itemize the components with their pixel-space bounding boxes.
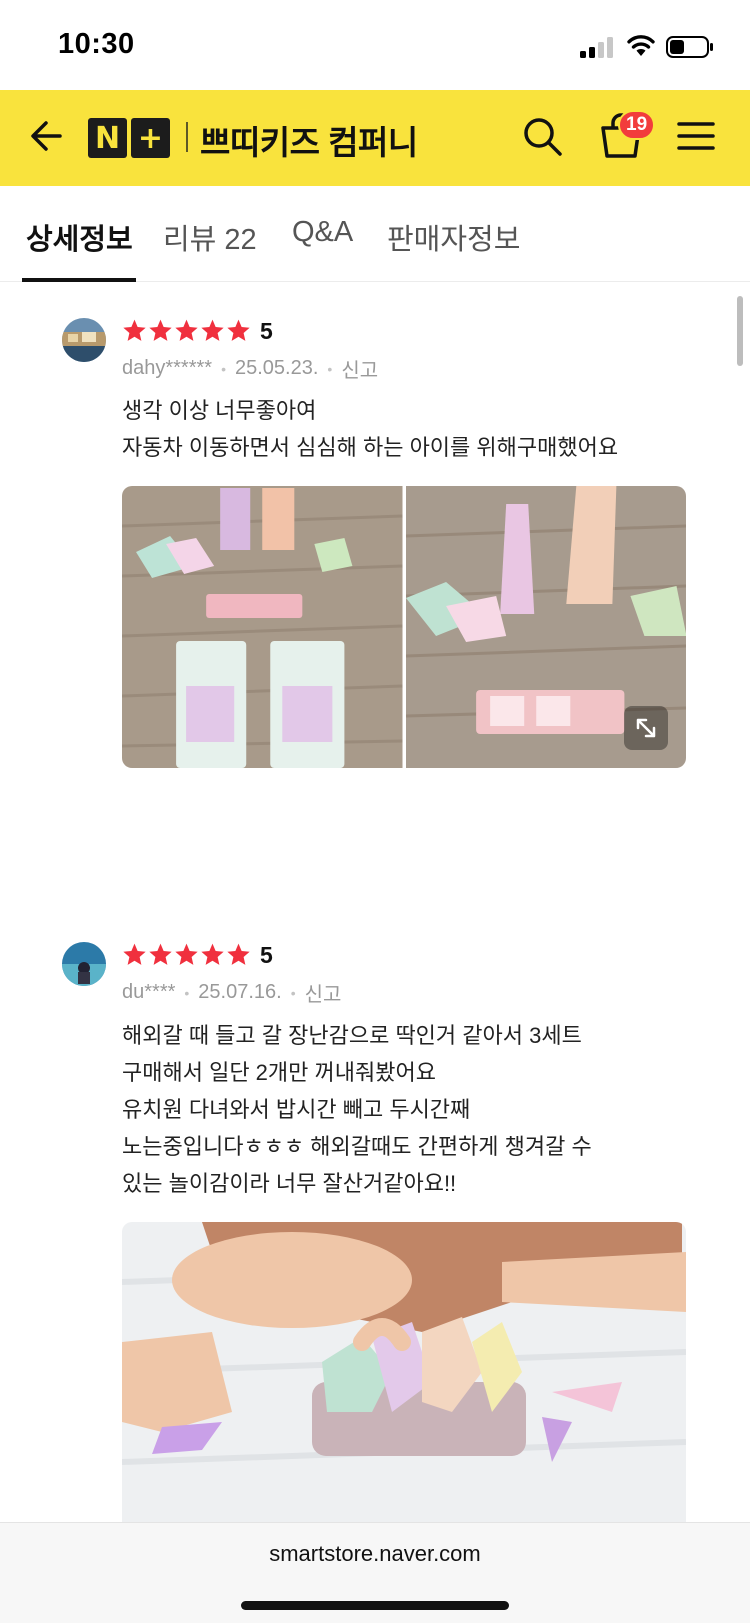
tab-seller-info[interactable]: 판매자정보 xyxy=(387,216,520,258)
review-photo-gallery[interactable] xyxy=(122,486,686,768)
star-icon xyxy=(149,943,172,965)
review-date: 25.05.23. xyxy=(234,357,319,379)
star-icon xyxy=(123,319,146,341)
star-icon xyxy=(227,943,250,965)
reviewer-id: dahy****** xyxy=(122,357,213,379)
active-tab-indicator xyxy=(22,278,136,282)
review-meta: du**** • 25.07.16. • 신고 xyxy=(122,978,341,1007)
tab-qna[interactable]: Q&A xyxy=(292,216,353,249)
review-line: 해외갈 때 들고 갈 장난감으로 딱인거 같아서 3세트 xyxy=(122,1023,582,1048)
review-line: 유치원 다녀와서 밥시간 빼고 두시간째 xyxy=(122,1097,471,1122)
review-line: 있는 놀이감이라 너무 잘산거같아요!! xyxy=(122,1171,457,1196)
back-arrow-icon[interactable] xyxy=(26,114,70,158)
star-icon xyxy=(149,319,172,341)
wifi-icon xyxy=(627,35,655,56)
reviewer-id: du**** xyxy=(122,981,176,1003)
cellular-signal-icon xyxy=(580,37,613,58)
browser-bottom-bar: smartstore.naver.com xyxy=(0,1522,750,1623)
logo-plus: + xyxy=(131,118,170,158)
app-header: N + 쁘띠키즈 컴퍼니 19 xyxy=(0,90,750,186)
review-line: 생각 이상 너무좋아여 xyxy=(122,398,317,423)
star-icon xyxy=(227,319,250,341)
review-line: 자동차 이동하면서 심심해 하는 아이를 위해구매했어요 xyxy=(122,435,619,460)
rating-value: 5 xyxy=(260,942,273,968)
report-link[interactable]: 신고 xyxy=(305,978,342,1007)
store-name[interactable]: 쁘띠키즈 컴퍼니 xyxy=(200,116,418,164)
expand-icon[interactable] xyxy=(624,706,668,750)
star-rating xyxy=(122,318,251,343)
review-photo[interactable] xyxy=(122,1222,686,1522)
tab-details[interactable]: 상세정보 xyxy=(26,216,133,258)
home-indicator[interactable] xyxy=(241,1601,509,1610)
user-avatar[interactable] xyxy=(62,942,106,986)
review-photo[interactable] xyxy=(122,486,403,768)
separator-dot: • xyxy=(221,360,226,377)
review-body: 생각 이상 너무좋아여 자동차 이동하면서 심심해 하는 아이를 위해구매했어요 xyxy=(122,392,692,466)
tab-reviews[interactable]: 리뷰 22 xyxy=(163,216,257,258)
review-body: 해외갈 때 들고 갈 장난감으로 딱인거 같아서 3세트 구매해서 일단 2개만… xyxy=(122,1017,692,1202)
naver-plus-logo[interactable]: N + xyxy=(88,118,170,158)
star-rating xyxy=(122,942,251,967)
logo-letter: N xyxy=(88,118,127,158)
header-divider xyxy=(186,122,188,152)
star-icon xyxy=(201,319,224,341)
review-line: 구매해서 일단 2개만 꺼내줘봤어요 xyxy=(122,1060,436,1085)
search-icon[interactable] xyxy=(520,114,564,158)
status-time: 10:30 xyxy=(58,28,135,60)
report-link[interactable]: 신고 xyxy=(341,354,378,383)
url-address[interactable]: smartstore.naver.com xyxy=(0,1541,750,1567)
review-meta: dahy****** • 25.05.23. • 신고 xyxy=(122,354,378,383)
star-icon xyxy=(201,943,224,965)
star-icon xyxy=(123,943,146,965)
separator-dot: • xyxy=(290,984,296,1001)
user-avatar[interactable] xyxy=(62,318,106,362)
status-bar: 10:30 xyxy=(0,0,750,90)
scrollbar[interactable] xyxy=(737,296,743,366)
review-line: 노는중입니다ㅎㅎㅎ 해외갈때도 간편하게 챙겨갈 수 xyxy=(122,1134,592,1159)
review-date: 25.07.16. xyxy=(198,981,282,1003)
star-icon xyxy=(175,319,198,341)
star-icon xyxy=(175,943,198,965)
battery-icon xyxy=(666,36,713,58)
product-tabs: 상세정보 리뷰 22 Q&A 판매자정보 xyxy=(0,186,750,282)
separator-dot: • xyxy=(327,360,333,377)
hamburger-menu-icon[interactable] xyxy=(676,118,716,154)
separator-dot: • xyxy=(184,984,190,1001)
rating-value: 5 xyxy=(260,318,273,344)
cart-count-badge: 19 xyxy=(618,110,656,140)
